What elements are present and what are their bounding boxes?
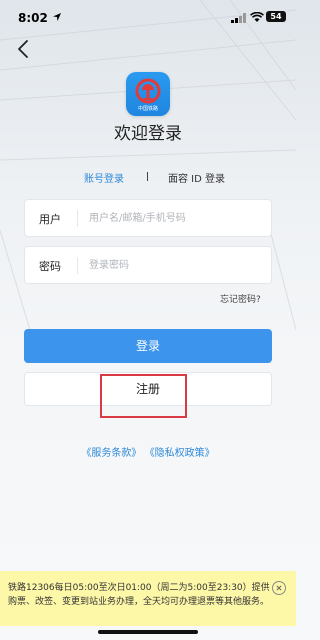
privacy-policy-link[interactable]: 《隐私权政策》 [145,448,215,459]
signal-icon [231,13,246,23]
policy-links: 《服务条款》 《隐私权政策》 [0,444,296,459]
field-divider [77,257,78,274]
password-input[interactable] [89,253,265,277]
field-divider [77,210,78,227]
wifi-icon [250,12,264,22]
status-time: 8:02 [18,11,48,25]
password-field[interactable]: 密码 [24,246,272,284]
back-chevron-icon[interactable] [14,38,34,60]
page-title: 欢迎登录 [114,124,182,144]
location-arrow-icon [53,13,61,21]
login-button[interactable]: 登录 [24,329,272,363]
forgot-password-link[interactable]: 忘记密码? [220,292,261,305]
app-logo: 中国铁路 [126,72,170,116]
register-button[interactable]: 注册 [24,372,272,406]
service-notice-bar: 铁路12306每日05:00至次日01:00（周二为5:00至23:30）提供购… [0,571,296,626]
logo-label: 中国铁路 [137,106,158,112]
username-field[interactable]: 用户 [24,199,272,237]
home-indicator [98,630,198,634]
login-tabs: 账号登录 面容 ID 登录 [0,170,296,186]
close-circle-icon[interactable] [272,581,286,595]
railway-logo-icon [135,78,161,104]
battery-icon: 54 [266,11,286,22]
username-input[interactable] [89,206,265,230]
status-bar: 8:02 54 [0,0,296,34]
password-label: 密码 [39,260,61,273]
username-label: 用户 [39,213,61,226]
tab-face-id-login[interactable]: 面容 ID 登录 [168,170,225,185]
notice-text: 铁路12306每日05:00至次日01:00（周二为5:00至23:30）提供购… [8,583,270,607]
terms-of-service-link[interactable]: 《服务条款》 [81,448,141,459]
tab-divider [147,172,148,181]
tab-account-login[interactable]: 账号登录 [84,170,124,185]
